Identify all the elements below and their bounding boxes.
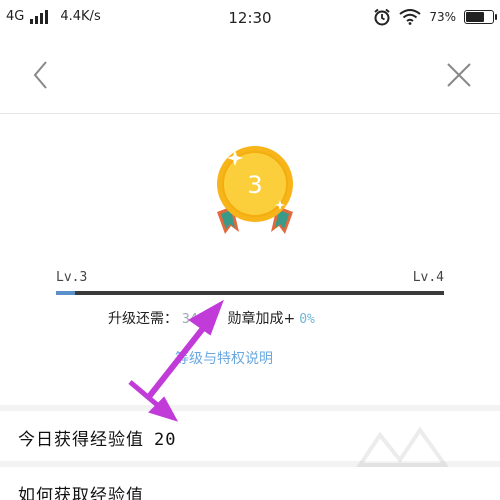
level-progress-fill xyxy=(56,291,76,295)
battery-percent: 73% xyxy=(429,10,456,24)
upgrade-prefix: 升级还需： xyxy=(108,311,178,327)
bonus-label: 勋章加成+ xyxy=(227,311,296,327)
wifi-icon xyxy=(399,9,421,25)
level-progress-bar xyxy=(56,291,444,295)
medal-badge: 3 xyxy=(195,140,315,240)
today-exp-label: 今日获得经验值 xyxy=(18,430,144,450)
status-bar: 4G 4.4K/s 12:30 73% xyxy=(0,0,500,38)
battery-icon xyxy=(464,10,497,24)
how-to-earn-label: 如何获取经验值 xyxy=(18,486,144,500)
chevron-left-icon xyxy=(33,61,47,89)
current-level-label: Lv.3 xyxy=(56,270,88,285)
upgrade-points: 340 xyxy=(182,312,206,327)
level-privilege-link[interactable]: 等级与特权说明 xyxy=(175,348,273,368)
battery-level xyxy=(466,12,485,22)
alarm-icon xyxy=(374,8,390,26)
upgrade-separator: ， xyxy=(209,311,224,327)
nav-bar xyxy=(0,38,500,114)
status-right: 73% xyxy=(373,8,497,26)
bonus-value: 0% xyxy=(299,312,315,327)
next-level-label: Lv.4 xyxy=(412,270,444,285)
back-button[interactable] xyxy=(26,58,58,92)
today-exp-value: 20 xyxy=(154,430,177,450)
medal-icon: 3 xyxy=(217,146,293,234)
today-exp-label-wrap: 今日获得经验值 20 xyxy=(18,425,176,450)
upgrade-requirement: 升级还需： 340 ， 勋章加成+ 0% xyxy=(108,308,315,328)
medal-number: 3 xyxy=(247,171,262,199)
watermark xyxy=(356,426,449,467)
close-button[interactable] xyxy=(442,58,476,92)
close-icon xyxy=(447,63,471,87)
